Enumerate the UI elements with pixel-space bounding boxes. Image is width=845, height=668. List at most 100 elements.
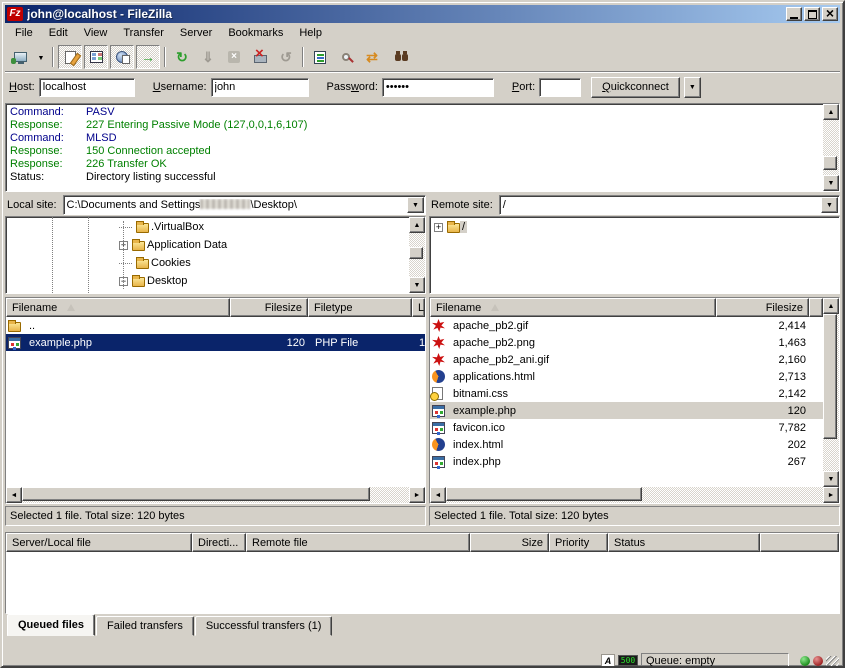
file-row[interactable]: index.php 267 [430, 453, 823, 470]
minimize-button[interactable] [786, 7, 802, 21]
toggle-remote-tree-button[interactable] [110, 45, 134, 69]
maximize-button[interactable] [804, 7, 820, 21]
menu-file[interactable]: File [7, 25, 41, 41]
scrollbar-thumb[interactable] [22, 487, 370, 501]
scroll-right-button[interactable] [823, 487, 839, 503]
file-row[interactable]: apache_pb2.png 1,463 [430, 334, 823, 351]
scroll-up-button[interactable] [823, 298, 839, 314]
tree-item[interactable]: Cookies [6, 254, 409, 272]
column-filesize[interactable]: Filesize [716, 298, 809, 317]
column-remote-file[interactable]: Remote file [246, 533, 470, 552]
local-list-header: Filename Filesize Filetype L [6, 298, 425, 317]
scroll-up-button[interactable] [409, 217, 425, 233]
column-priority[interactable]: Priority [549, 533, 608, 552]
file-row-selected[interactable]: example.php 120 PHP File 1 [6, 334, 425, 351]
disconnect-button[interactable] [248, 45, 272, 69]
file-row[interactable]: index.html 202 [430, 436, 823, 453]
port-input[interactable] [539, 78, 581, 97]
menu-server[interactable]: Server [172, 25, 220, 41]
file-row[interactable]: applications.html 2,713 [430, 368, 823, 385]
column-filesize[interactable]: Filesize [230, 298, 308, 317]
column-filename[interactable]: Filename [430, 298, 716, 317]
tree-item-label: Application Data [145, 239, 229, 251]
combo-dropdown-button[interactable] [821, 197, 838, 213]
site-manager-dropdown-button[interactable] [34, 45, 48, 69]
queue-list[interactable] [6, 552, 839, 613]
synchronized-browsing-button[interactable]: ⇄ [360, 45, 384, 69]
tree-item[interactable]: Application Data [6, 236, 409, 254]
toggle-message-log-button[interactable] [58, 45, 82, 69]
scrollbar-thumb[interactable] [823, 314, 837, 439]
refresh-button[interactable]: ↻ [170, 45, 194, 69]
remote-horizontal-scrollbar[interactable] [430, 487, 839, 503]
tree-item[interactable]: Desktop [6, 272, 409, 290]
scroll-left-button[interactable] [430, 487, 446, 503]
reconnect-icon: ↺ [280, 50, 292, 64]
file-row[interactable]: bitnami.css 2,142 [430, 385, 823, 402]
title-bar: john@localhost - FileZilla [5, 5, 840, 23]
host-label: Host: [9, 81, 35, 93]
local-tree-scrollbar[interactable] [409, 217, 425, 293]
scroll-up-button[interactable] [823, 104, 839, 120]
column-filename[interactable]: Filename [6, 298, 230, 317]
column-last-modified[interactable]: L [412, 298, 425, 317]
menu-bookmarks[interactable]: Bookmarks [220, 25, 291, 41]
column-server-local-file[interactable]: Server/Local file [6, 533, 192, 552]
scroll-down-button[interactable] [409, 277, 425, 293]
host-input[interactable] [39, 78, 135, 97]
menu-transfer[interactable]: Transfer [115, 25, 172, 41]
find-files-button[interactable] [386, 45, 410, 69]
toggle-queue-button[interactable]: → [136, 45, 160, 69]
menu-view[interactable]: View [76, 25, 116, 41]
scroll-right-button[interactable] [409, 487, 425, 503]
file-modified: 1 [414, 337, 425, 349]
local-horizontal-scrollbar[interactable] [6, 487, 425, 503]
password-input[interactable] [382, 78, 494, 97]
local-tree-icon [90, 51, 103, 63]
column-status[interactable]: Status [608, 533, 760, 552]
scroll-down-button[interactable] [823, 471, 839, 487]
quickconnect-button[interactable]: Quickconnect [591, 77, 680, 98]
scrollbar-thumb[interactable] [823, 156, 837, 170]
local-site-combobox[interactable]: C:\Documents and Settings\Desktop\ [63, 195, 426, 215]
column-size[interactable]: Size [470, 533, 549, 552]
toggle-local-tree-button[interactable] [84, 45, 108, 69]
file-row[interactable]: apache_pb2_ani.gif 2,160 [430, 351, 823, 368]
menu-help[interactable]: Help [291, 25, 330, 41]
scrollbar-thumb[interactable] [409, 247, 423, 259]
log-line: Response:150 Connection accepted [10, 145, 823, 158]
tab-queued-files[interactable]: Queued files [7, 614, 95, 636]
log-line: Status:Directory listing successful [10, 171, 823, 184]
remote-site-combobox[interactable]: / [499, 195, 840, 215]
local-tree-pane: .VirtualBox Application Data Cookies [5, 216, 426, 294]
close-button[interactable] [822, 7, 838, 21]
scrollbar-thumb[interactable] [446, 487, 642, 501]
remote-vertical-scrollbar[interactable] [823, 298, 839, 487]
directory-comparison-button[interactable] [334, 45, 358, 69]
log-vertical-scrollbar[interactable] [823, 104, 839, 191]
file-row[interactable]: apache_pb2.gif 2,414 [430, 317, 823, 334]
menu-edit[interactable]: Edit [41, 25, 76, 41]
column-direction[interactable]: Directi... [192, 533, 246, 552]
username-input[interactable] [211, 78, 309, 97]
file-row[interactable]: favicon.ico 7,782 [430, 419, 823, 436]
resize-grip[interactable] [826, 656, 839, 668]
filters-button[interactable] [308, 45, 332, 69]
tree-item[interactable]: .VirtualBox [6, 218, 409, 236]
tab-successful-transfers[interactable]: Successful transfers (1) [195, 616, 333, 636]
expand-plus-icon[interactable] [434, 223, 443, 232]
log-line: Response:227 Entering Passive Mode (127,… [10, 119, 823, 132]
combo-dropdown-button[interactable] [407, 197, 424, 213]
site-manager-button[interactable] [8, 45, 32, 69]
tab-failed-transfers[interactable]: Failed transfers [96, 616, 194, 636]
speed-limit-icon[interactable] [618, 655, 638, 666]
file-name: applications.html [448, 371, 718, 383]
file-row[interactable]: .. [6, 317, 425, 334]
scroll-left-button[interactable] [6, 487, 22, 503]
tree-item[interactable]: / [430, 218, 839, 236]
column-filetype[interactable]: Filetype [308, 298, 412, 317]
image-file-icon [432, 336, 445, 349]
file-row-selected[interactable]: example.php 120 [430, 402, 823, 419]
quickconnect-dropdown-button[interactable] [684, 77, 701, 98]
scroll-down-button[interactable] [823, 175, 839, 191]
